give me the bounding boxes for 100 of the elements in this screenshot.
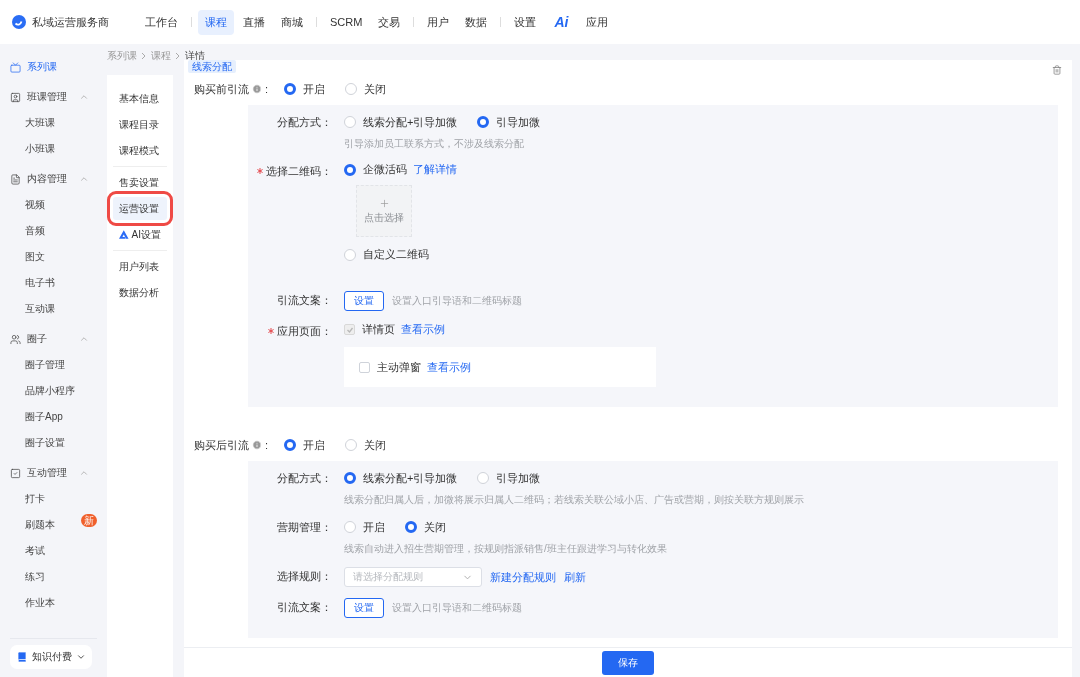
check-icon xyxy=(345,325,354,334)
option-label: 开启 xyxy=(303,81,326,97)
section-tab[interactable]: 售卖设置 xyxy=(113,171,167,194)
chevron-up-icon xyxy=(79,92,89,102)
option-label: 线索分配+引导加微 xyxy=(363,114,458,130)
radio-button[interactable] xyxy=(284,83,297,95)
chevron-up-icon xyxy=(79,174,89,184)
ai-nav-item[interactable]: Ai xyxy=(545,9,578,35)
radio-button[interactable] xyxy=(477,116,490,128)
section-label: 购买前引流 xyxy=(194,81,249,97)
category-tag: 线索分配 xyxy=(188,60,236,73)
hint-text: 线索自动进入招生营期管理，按规则指派销售/班主任跟进学习与转化效果 xyxy=(344,542,668,556)
nav-item[interactable]: 工作台 xyxy=(138,9,185,35)
option-label: 关闭 xyxy=(364,437,387,453)
nav-item[interactable]: 直播 xyxy=(236,9,272,35)
sidebar-item[interactable]: 圈子App xyxy=(0,404,107,430)
checkbox-icon xyxy=(10,467,21,479)
sidebar-group[interactable]: 互动管理 xyxy=(0,460,107,486)
nav-item[interactable]: SCRM xyxy=(323,11,370,33)
section-tab[interactable]: 课程模式 xyxy=(113,139,167,162)
sidebar-group[interactable]: 圈子 xyxy=(0,326,107,352)
nav-item[interactable]: 设置 xyxy=(507,9,544,35)
sidebar-item[interactable]: 刷题本 新 xyxy=(0,512,107,538)
people-icon xyxy=(10,333,21,345)
nav-item[interactable]: 商城 xyxy=(274,9,310,35)
option-label: 自定义二维码 xyxy=(363,247,429,262)
required-icon xyxy=(268,328,274,334)
hint-text: 设置入口引导语和二维码标题 xyxy=(392,294,522,308)
triangle-logo-icon xyxy=(119,230,129,239)
chevron-down-icon xyxy=(76,652,86,662)
radio-button[interactable] xyxy=(344,163,356,176)
screen-icon xyxy=(10,61,21,73)
sidebar-item[interactable]: 圈子管理 xyxy=(0,352,107,378)
hint-text: 线索分配归属人后，加微将展示归属人二维码；若线索关联公域小店、广告或营期，则按关联方规则展示 xyxy=(344,493,805,507)
trash-icon[interactable] xyxy=(1052,65,1062,75)
option-label: 线索分配+引导加微 xyxy=(363,470,458,486)
sidebar-item[interactable]: 图文 xyxy=(0,244,107,270)
breadcrumb-separator xyxy=(141,52,147,60)
nav-item[interactable]: 用户 xyxy=(420,9,457,35)
option-label: 详情页 xyxy=(362,322,395,337)
setup-button[interactable]: 设置 xyxy=(344,291,384,311)
sidebar-item[interactable]: 互动课 xyxy=(0,296,107,322)
option-label: 主动弹窗 xyxy=(377,359,421,375)
checkbox[interactable] xyxy=(359,361,370,373)
sidebar-item[interactable]: 系列课 xyxy=(0,54,107,80)
radio-button[interactable] xyxy=(284,439,297,451)
section-tab[interactable]: 课程目录 xyxy=(113,113,167,136)
field-label: 引流文案： xyxy=(277,599,332,615)
sidebar-item[interactable]: 大班课 xyxy=(0,110,107,136)
new-badge: 新 xyxy=(81,514,97,527)
action-link[interactable]: 刷新 xyxy=(564,569,586,585)
field-label: 引流文案： xyxy=(277,292,332,308)
sidebar-group[interactable]: 内容管理 xyxy=(0,166,107,192)
nav-item[interactable]: 应用 xyxy=(579,9,616,35)
sidebar-item[interactable]: 品牌小程序 xyxy=(0,378,107,404)
example-link[interactable]: 查看示例 xyxy=(427,359,471,375)
sidebar-item[interactable]: 音频 xyxy=(0,218,107,244)
nav-item[interactable]: 课程 xyxy=(198,9,234,35)
section-tab[interactable]: 基本信息 xyxy=(113,87,167,110)
section-tab[interactable]: AI设置 xyxy=(113,223,167,246)
radio-button[interactable] xyxy=(405,521,417,533)
field-label: 选择规则： xyxy=(277,568,332,584)
breadcrumb-item[interactable]: 详情 xyxy=(185,49,205,63)
sidebar-item[interactable]: 练习 xyxy=(0,564,107,590)
label-colon: : xyxy=(265,439,269,451)
chevron-up-icon xyxy=(79,468,89,478)
sidebar-item[interactable]: 作业本 xyxy=(0,590,107,616)
option-label: 开启 xyxy=(303,437,326,453)
save-button[interactable]: 保存 xyxy=(602,650,654,675)
plus-icon xyxy=(378,197,390,209)
chevron-up-icon xyxy=(79,334,89,344)
sidebar-item[interactable]: 打卡 xyxy=(0,486,107,512)
option-label: 关闭 xyxy=(424,519,446,535)
details-link[interactable]: 了解详情 xyxy=(413,162,457,177)
hint-text: 设置入口引导语和二维码标题 xyxy=(392,601,522,615)
option-label: 企微活码 xyxy=(363,162,407,177)
section-tab[interactable]: 数据分析 xyxy=(113,281,167,304)
book-icon xyxy=(16,651,28,663)
field-label: 营期管理： xyxy=(277,519,332,535)
sidebar-item[interactable]: 电子书 xyxy=(0,270,107,296)
sidebar-item[interactable]: 小班课 xyxy=(0,136,107,162)
sidebar-group[interactable]: 班课管理 xyxy=(0,84,107,110)
field-label: 选择二维码： xyxy=(266,163,332,179)
nav-item[interactable]: 交易 xyxy=(371,9,408,35)
nav-item[interactable]: 数据 xyxy=(458,9,495,35)
document-icon xyxy=(10,173,21,185)
sidebar-item[interactable]: 视频 xyxy=(0,192,107,218)
sidebar-item[interactable]: 圈子设置 xyxy=(0,430,107,456)
required-icon xyxy=(257,168,263,174)
field-label: 分配方式： xyxy=(277,470,332,486)
section-tab[interactable]: 用户列表 xyxy=(113,255,167,278)
option-label: 引导加微 xyxy=(496,114,541,130)
label-colon: : xyxy=(265,83,269,95)
radio-button[interactable] xyxy=(344,472,356,484)
action-link[interactable]: 新建分配规则 xyxy=(490,569,556,585)
setup-button[interactable]: 设置 xyxy=(344,598,384,618)
sidebar-item[interactable]: 考试 xyxy=(0,538,107,564)
info-icon xyxy=(252,84,262,94)
app-name: 私域运营服务商 xyxy=(32,14,109,30)
product-switcher[interactable]: 知识付费 xyxy=(10,645,92,669)
